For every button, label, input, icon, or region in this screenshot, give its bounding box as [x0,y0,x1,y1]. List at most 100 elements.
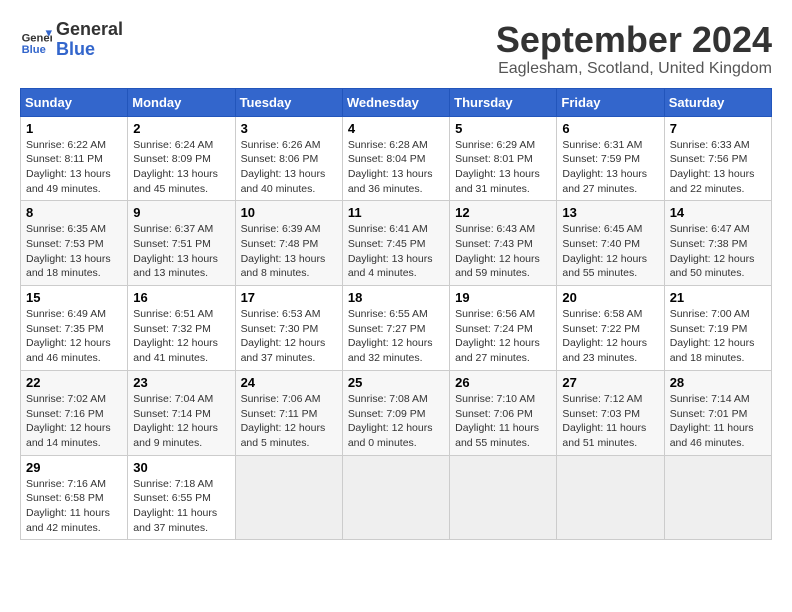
day-cell-20: 20 Sunrise: 6:58 AM Sunset: 7:22 PM Dayl… [557,286,664,371]
month-title: September 2024 [496,20,772,60]
day-number-5: 5 [455,121,551,136]
day-number-14: 14 [670,205,766,220]
day-info-17: Sunrise: 6:53 AM Sunset: 7:30 PM Dayligh… [241,307,337,366]
day-info-6: Sunrise: 6:31 AM Sunset: 7:59 PM Dayligh… [562,138,658,197]
day-cell-17: 17 Sunrise: 6:53 AM Sunset: 7:30 PM Dayl… [235,286,342,371]
day-number-19: 19 [455,290,551,305]
day-cell-5: 5 Sunrise: 6:29 AM Sunset: 8:01 PM Dayli… [450,116,557,201]
day-number-13: 13 [562,205,658,220]
day-info-29: Sunrise: 7:16 AM Sunset: 6:58 PM Dayligh… [26,477,122,536]
day-number-25: 25 [348,375,444,390]
day-cell-9: 9 Sunrise: 6:37 AM Sunset: 7:51 PM Dayli… [128,201,235,286]
day-cell-10: 10 Sunrise: 6:39 AM Sunset: 7:48 PM Dayl… [235,201,342,286]
day-cell-14: 14 Sunrise: 6:47 AM Sunset: 7:38 PM Dayl… [664,201,771,286]
day-info-1: Sunrise: 6:22 AM Sunset: 8:11 PM Dayligh… [26,138,122,197]
day-cell-29: 29 Sunrise: 7:16 AM Sunset: 6:58 PM Dayl… [21,455,128,540]
day-cell-21: 21 Sunrise: 7:00 AM Sunset: 7:19 PM Dayl… [664,286,771,371]
day-cell-25: 25 Sunrise: 7:08 AM Sunset: 7:09 PM Dayl… [342,370,449,455]
day-number-10: 10 [241,205,337,220]
day-info-4: Sunrise: 6:28 AM Sunset: 8:04 PM Dayligh… [348,138,444,197]
day-cell-16: 16 Sunrise: 6:51 AM Sunset: 7:32 PM Dayl… [128,286,235,371]
day-number-12: 12 [455,205,551,220]
day-info-2: Sunrise: 6:24 AM Sunset: 8:09 PM Dayligh… [133,138,229,197]
day-number-7: 7 [670,121,766,136]
day-cell-26: 26 Sunrise: 7:10 AM Sunset: 7:06 PM Dayl… [450,370,557,455]
calendar-week-row-3: 15 Sunrise: 6:49 AM Sunset: 7:35 PM Dayl… [21,286,772,371]
day-number-22: 22 [26,375,122,390]
weekday-header-sunday: Sunday [21,88,128,116]
day-info-26: Sunrise: 7:10 AM Sunset: 7:06 PM Dayligh… [455,392,551,451]
day-info-20: Sunrise: 6:58 AM Sunset: 7:22 PM Dayligh… [562,307,658,366]
svg-text:General: General [22,32,52,44]
day-info-27: Sunrise: 7:12 AM Sunset: 7:03 PM Dayligh… [562,392,658,451]
day-cell-23: 23 Sunrise: 7:04 AM Sunset: 7:14 PM Dayl… [128,370,235,455]
day-number-11: 11 [348,205,444,220]
day-number-17: 17 [241,290,337,305]
day-cell-7: 7 Sunrise: 6:33 AM Sunset: 7:56 PM Dayli… [664,116,771,201]
day-cell-1: 1 Sunrise: 6:22 AM Sunset: 8:11 PM Dayli… [21,116,128,201]
logo: General Blue General Blue [20,20,123,60]
weekday-header-friday: Friday [557,88,664,116]
day-info-3: Sunrise: 6:26 AM Sunset: 8:06 PM Dayligh… [241,138,337,197]
title-block: September 2024 Eaglesham, Scotland, Unit… [496,20,772,78]
day-number-1: 1 [26,121,122,136]
day-number-28: 28 [670,375,766,390]
day-info-7: Sunrise: 6:33 AM Sunset: 7:56 PM Dayligh… [670,138,766,197]
day-cell-27: 27 Sunrise: 7:12 AM Sunset: 7:03 PM Dayl… [557,370,664,455]
page-header: General Blue General Blue September 2024… [20,20,772,78]
day-info-12: Sunrise: 6:43 AM Sunset: 7:43 PM Dayligh… [455,222,551,281]
day-number-15: 15 [26,290,122,305]
day-cell-30: 30 Sunrise: 7:18 AM Sunset: 6:55 PM Dayl… [128,455,235,540]
day-number-2: 2 [133,121,229,136]
day-cell-8: 8 Sunrise: 6:35 AM Sunset: 7:53 PM Dayli… [21,201,128,286]
empty-cell [557,455,664,540]
day-number-18: 18 [348,290,444,305]
day-info-14: Sunrise: 6:47 AM Sunset: 7:38 PM Dayligh… [670,222,766,281]
day-info-28: Sunrise: 7:14 AM Sunset: 7:01 PM Dayligh… [670,392,766,451]
day-number-30: 30 [133,460,229,475]
calendar-table: SundayMondayTuesdayWednesdayThursdayFrid… [20,88,772,541]
day-info-5: Sunrise: 6:29 AM Sunset: 8:01 PM Dayligh… [455,138,551,197]
day-cell-6: 6 Sunrise: 6:31 AM Sunset: 7:59 PM Dayli… [557,116,664,201]
day-cell-19: 19 Sunrise: 6:56 AM Sunset: 7:24 PM Dayl… [450,286,557,371]
empty-cell [664,455,771,540]
day-cell-15: 15 Sunrise: 6:49 AM Sunset: 7:35 PM Dayl… [21,286,128,371]
calendar-week-row-2: 8 Sunrise: 6:35 AM Sunset: 7:53 PM Dayli… [21,201,772,286]
day-info-23: Sunrise: 7:04 AM Sunset: 7:14 PM Dayligh… [133,392,229,451]
day-info-30: Sunrise: 7:18 AM Sunset: 6:55 PM Dayligh… [133,477,229,536]
day-number-20: 20 [562,290,658,305]
day-number-6: 6 [562,121,658,136]
day-cell-3: 3 Sunrise: 6:26 AM Sunset: 8:06 PM Dayli… [235,116,342,201]
day-info-21: Sunrise: 7:00 AM Sunset: 7:19 PM Dayligh… [670,307,766,366]
day-info-24: Sunrise: 7:06 AM Sunset: 7:11 PM Dayligh… [241,392,337,451]
day-cell-22: 22 Sunrise: 7:02 AM Sunset: 7:16 PM Dayl… [21,370,128,455]
calendar-week-row-1: 1 Sunrise: 6:22 AM Sunset: 8:11 PM Dayli… [21,116,772,201]
day-number-27: 27 [562,375,658,390]
weekday-header-saturday: Saturday [664,88,771,116]
weekday-header-wednesday: Wednesday [342,88,449,116]
svg-text:Blue: Blue [22,44,46,56]
day-number-9: 9 [133,205,229,220]
weekday-header-monday: Monday [128,88,235,116]
day-number-21: 21 [670,290,766,305]
calendar-week-row-5: 29 Sunrise: 7:16 AM Sunset: 6:58 PM Dayl… [21,455,772,540]
day-info-13: Sunrise: 6:45 AM Sunset: 7:40 PM Dayligh… [562,222,658,281]
day-cell-13: 13 Sunrise: 6:45 AM Sunset: 7:40 PM Dayl… [557,201,664,286]
day-cell-28: 28 Sunrise: 7:14 AM Sunset: 7:01 PM Dayl… [664,370,771,455]
day-number-24: 24 [241,375,337,390]
empty-cell [235,455,342,540]
weekday-header-tuesday: Tuesday [235,88,342,116]
day-info-25: Sunrise: 7:08 AM Sunset: 7:09 PM Dayligh… [348,392,444,451]
day-cell-4: 4 Sunrise: 6:28 AM Sunset: 8:04 PM Dayli… [342,116,449,201]
day-number-16: 16 [133,290,229,305]
day-info-18: Sunrise: 6:55 AM Sunset: 7:27 PM Dayligh… [348,307,444,366]
day-info-19: Sunrise: 6:56 AM Sunset: 7:24 PM Dayligh… [455,307,551,366]
weekday-header-thursday: Thursday [450,88,557,116]
day-info-10: Sunrise: 6:39 AM Sunset: 7:48 PM Dayligh… [241,222,337,281]
location-subtitle: Eaglesham, Scotland, United Kingdom [496,60,772,78]
day-info-22: Sunrise: 7:02 AM Sunset: 7:16 PM Dayligh… [26,392,122,451]
day-cell-12: 12 Sunrise: 6:43 AM Sunset: 7:43 PM Dayl… [450,201,557,286]
logo-text: General Blue [56,20,123,60]
day-cell-24: 24 Sunrise: 7:06 AM Sunset: 7:11 PM Dayl… [235,370,342,455]
day-info-11: Sunrise: 6:41 AM Sunset: 7:45 PM Dayligh… [348,222,444,281]
